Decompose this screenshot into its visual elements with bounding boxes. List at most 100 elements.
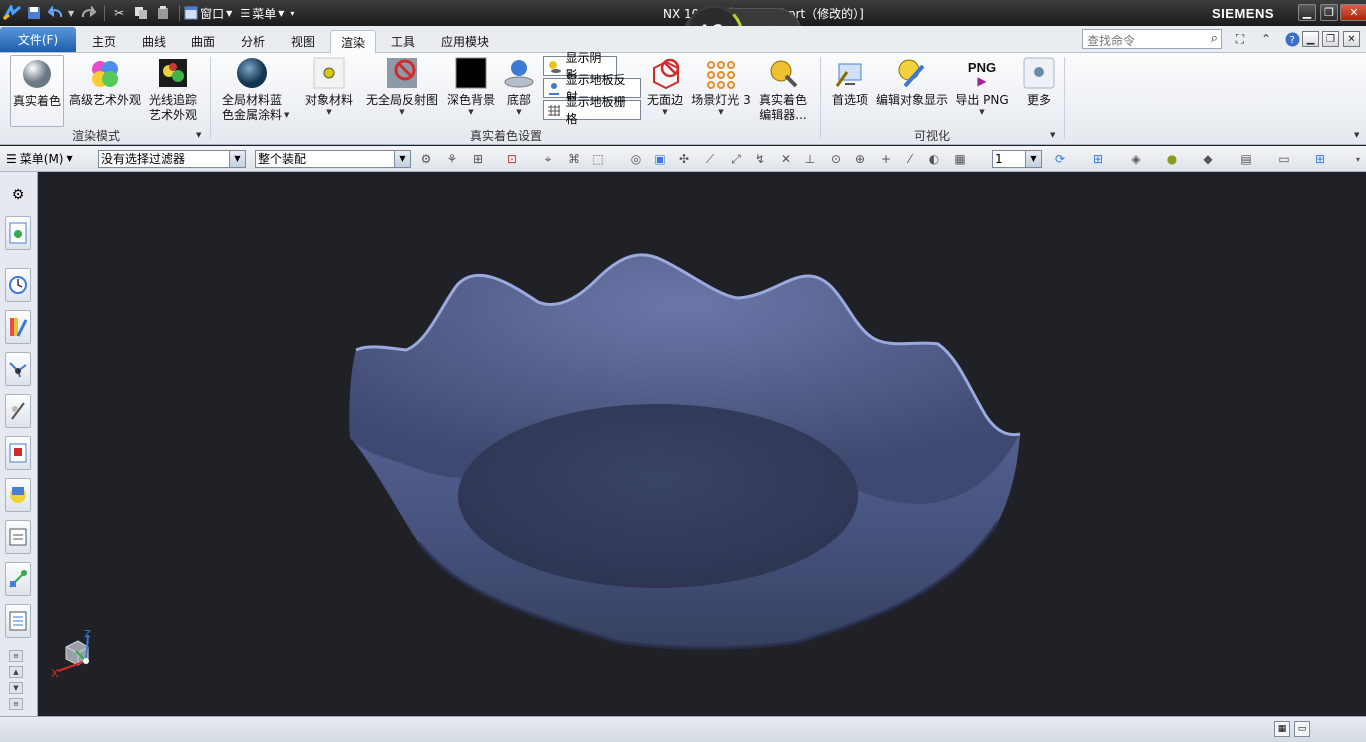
maximize-button[interactable]: ❐ bbox=[1320, 4, 1338, 21]
main-menu-button[interactable]: ☰ 菜单(M) ▼ bbox=[6, 150, 73, 167]
dark-background-button[interactable]: 深色背景 ▼ bbox=[444, 55, 498, 116]
polygon-select-icon[interactable]: ⌖ bbox=[540, 151, 556, 167]
scroll-up-icon[interactable]: ▲ bbox=[9, 666, 23, 678]
process-studio-icon[interactable] bbox=[5, 562, 31, 596]
assembly-navigator-icon[interactable] bbox=[5, 216, 31, 250]
ribbon-options-icon[interactable]: ▼ bbox=[1354, 131, 1359, 139]
minimize-button[interactable]: ▁ bbox=[1298, 4, 1316, 21]
tab-surface[interactable]: 曲面 bbox=[181, 30, 225, 53]
background-icon[interactable]: ▭ bbox=[1276, 151, 1292, 167]
tab-home[interactable]: 主页 bbox=[82, 30, 126, 53]
object-material-button[interactable]: 对象材料 ▼ bbox=[302, 55, 356, 116]
cut-icon[interactable]: ✂ bbox=[109, 3, 129, 23]
close-button[interactable]: ✕ bbox=[1340, 4, 1366, 21]
global-material-button[interactable]: 全局材料蓝 色金属涂料 bbox=[216, 55, 288, 123]
box-select-icon[interactable]: ⬚ bbox=[590, 151, 606, 167]
all-points-icon[interactable]: ✣ bbox=[676, 151, 692, 167]
quadrant-point-icon[interactable]: ⊕ bbox=[852, 151, 868, 167]
no-global-reflection-button[interactable]: 无全局反射图 ▼ bbox=[364, 55, 440, 116]
true-shading-button[interactable]: 真实着色 bbox=[10, 55, 64, 127]
point-on-curve-icon[interactable]: ⁄ bbox=[902, 151, 918, 167]
shaded-sphere-icon[interactable]: ● bbox=[1164, 151, 1180, 167]
toolbar-options-icon[interactable]: ▾ bbox=[1350, 151, 1366, 167]
command-finder-input[interactable]: 查找命令 ⌕ bbox=[1082, 29, 1222, 49]
constraint-navigator-icon[interactable] bbox=[5, 310, 31, 344]
group-expand-icon[interactable]: ▼ bbox=[1050, 131, 1055, 139]
hd3d-tools-icon[interactable] bbox=[5, 436, 31, 470]
scene-lights-button[interactable]: 场景灯光 3 ▼ bbox=[690, 55, 752, 116]
section-view-icon[interactable]: ▤ bbox=[1238, 151, 1254, 167]
window-menu[interactable]: 窗口 ▼ bbox=[184, 5, 232, 22]
search-icon[interactable]: ⌕ bbox=[1211, 31, 1218, 46]
tab-render[interactable]: 渲染 bbox=[330, 30, 377, 53]
tab-applications[interactable]: 应用模块 bbox=[431, 30, 499, 53]
more-button[interactable]: 更多 bbox=[1018, 55, 1060, 108]
base-button[interactable]: 底部 ▼ bbox=[500, 55, 538, 116]
work-layer-select[interactable]: 1 ▼ bbox=[992, 150, 1042, 168]
edit-object-display-button[interactable]: 编辑对象显示 bbox=[874, 55, 950, 108]
tab-curve[interactable]: 曲线 bbox=[132, 30, 176, 53]
cube-select-icon[interactable]: ▣ bbox=[652, 151, 668, 167]
feature-selection-icon[interactable]: ⚘ bbox=[444, 151, 460, 167]
history-clock-icon[interactable] bbox=[5, 268, 31, 302]
reuse-library-icon[interactable] bbox=[5, 394, 31, 428]
display-filter-icon[interactable]: ◆ bbox=[1200, 151, 1216, 167]
paste-icon[interactable] bbox=[153, 3, 173, 23]
doc-close-button[interactable]: ✕ bbox=[1343, 31, 1360, 47]
redo-icon[interactable] bbox=[78, 3, 98, 23]
layout-icon[interactable]: ⊞ bbox=[1312, 151, 1328, 167]
bounded-grid-icon[interactable]: ▦ bbox=[952, 151, 968, 167]
endpoint-icon[interactable]: ⟋ bbox=[702, 151, 718, 167]
roles-icon[interactable] bbox=[5, 604, 31, 638]
advanced-studio-button[interactable]: 高级艺术外观 bbox=[68, 55, 142, 108]
resource-settings-icon[interactable]: ⚙ bbox=[5, 178, 31, 212]
menu-menu[interactable]: ☰ 菜单 ▼ ▾ bbox=[240, 5, 294, 22]
selection-scope-select[interactable]: 整个装配 ▼ bbox=[255, 150, 411, 168]
intersection-icon[interactable]: ✕ bbox=[778, 151, 794, 167]
save-icon[interactable] bbox=[24, 3, 44, 23]
doc-minimize-button[interactable]: ▁ bbox=[1302, 31, 1319, 47]
scroll-down-icon[interactable]: ▼ bbox=[9, 682, 23, 694]
graphics-window[interactable]: X Z bbox=[38, 172, 1366, 718]
type-filter-select[interactable]: 没有选择过滤器 ▼ bbox=[98, 150, 246, 168]
undo-icon[interactable] bbox=[46, 3, 66, 23]
curve-rule-icon[interactable]: ⊞ bbox=[470, 151, 486, 167]
file-menu-tab[interactable]: 文件(F) bbox=[0, 27, 76, 52]
tab-view[interactable]: 视图 bbox=[281, 30, 325, 53]
grid-status-icon[interactable]: ▦ bbox=[1274, 721, 1290, 737]
web-browser-icon[interactable] bbox=[5, 478, 31, 512]
view-orientation-icon[interactable]: ⊞ bbox=[1090, 151, 1106, 167]
existing-point-icon[interactable]: + bbox=[878, 151, 894, 167]
preferences-button[interactable]: 首选项 bbox=[828, 55, 872, 108]
scroll-top-icon[interactable]: ≡ bbox=[9, 650, 23, 662]
render-style-icon[interactable]: ◈ bbox=[1128, 151, 1144, 167]
undo-dropdown-icon[interactable]: ▼ bbox=[68, 9, 74, 18]
no-face-edges-button[interactable]: 无面边 ▼ bbox=[644, 55, 686, 116]
tab-analysis[interactable]: 分析 bbox=[231, 30, 275, 53]
show-floor-grid-toggle[interactable]: 显示地板栅格 bbox=[543, 95, 641, 126]
group-expand-icon[interactable]: ▼ bbox=[196, 131, 201, 139]
copy-icon[interactable] bbox=[131, 3, 151, 23]
refresh-view-icon[interactable]: ⟳ bbox=[1052, 151, 1068, 167]
control-point-icon[interactable]: ↯ bbox=[752, 151, 768, 167]
tab-tools[interactable]: 工具 bbox=[381, 30, 425, 53]
general-selection-icon[interactable]: ⚙ bbox=[418, 151, 434, 167]
snap-point-icon[interactable]: ⊡ bbox=[504, 151, 520, 167]
collapse-ribbon-icon[interactable]: ⌃ bbox=[1257, 30, 1275, 48]
chevron-down-icon[interactable]: ▼ bbox=[284, 111, 289, 119]
export-png-button[interactable]: PNG ▶ 导出 PNG ▼ bbox=[952, 55, 1012, 117]
scroll-bottom-icon[interactable]: ≡ bbox=[9, 698, 23, 710]
sphere-select-icon[interactable]: ◎ bbox=[628, 151, 644, 167]
help-icon[interactable]: ? bbox=[1283, 30, 1301, 48]
window-status-icon[interactable]: ▭ bbox=[1294, 721, 1310, 737]
arc-center-icon[interactable]: ⊥ bbox=[802, 151, 818, 167]
history-palette-icon[interactable] bbox=[5, 520, 31, 554]
midpoint-icon[interactable]: ⤢ bbox=[728, 151, 744, 167]
lasso-select-icon[interactable]: ⌘ bbox=[566, 151, 582, 167]
point-on-face-icon[interactable]: ◐ bbox=[926, 151, 942, 167]
ray-traced-studio-button[interactable]: 光线追踪 艺术外观 bbox=[146, 55, 200, 123]
nx-logo-icon[interactable] bbox=[2, 3, 22, 23]
true-shading-editor-button[interactable]: 真实着色 编辑器... bbox=[756, 55, 810, 123]
doc-restore-button[interactable]: ❐ bbox=[1322, 31, 1339, 47]
customize-icon[interactable]: ▾ bbox=[290, 9, 294, 18]
